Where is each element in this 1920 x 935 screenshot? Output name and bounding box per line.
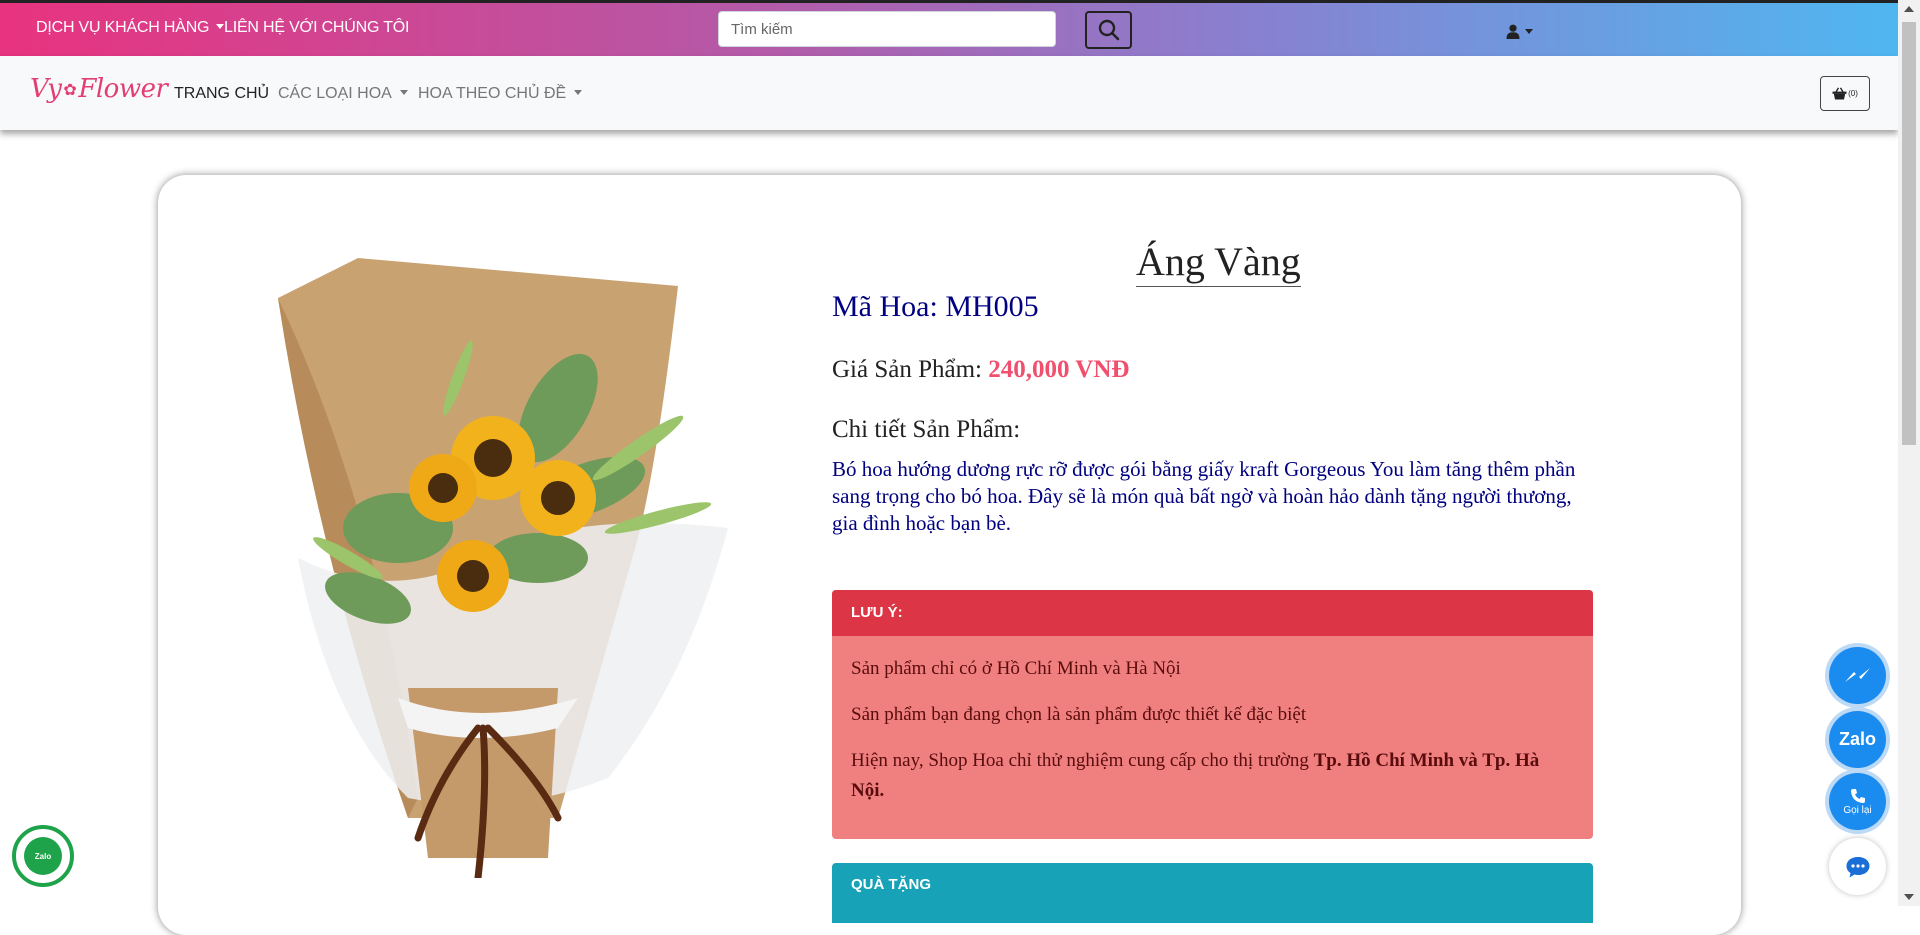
product-detail-text: Bó hoa hướng dương rực rỡ được gói bằng … (832, 457, 1576, 535)
product-price-value: 240,000 VNĐ (988, 356, 1130, 383)
zalo-widget-button[interactable]: Zalo (12, 825, 74, 887)
flower-icon: ✿ (63, 80, 77, 99)
nav-flowers-by-theme-label: HOA THEO CHỦ ĐỀ (418, 85, 567, 102)
note-panel: LƯU Ý: Sản phẩm chỉ có ở Hồ Chí Minh và … (832, 590, 1593, 839)
top-bar: DỊCH VỤ KHÁCH HÀNG LIÊN HỆ VỚI CHÚNG TÔI (0, 0, 1898, 56)
search-icon (1098, 19, 1119, 41)
chat-button[interactable] (1829, 838, 1886, 895)
product-code-value: MH005 (945, 290, 1039, 323)
product-code: Mã Hoa: MH005 (832, 290, 1039, 324)
nav-flower-types-label: CÁC LOẠI HOA (278, 85, 392, 102)
search-button[interactable] (1085, 11, 1132, 49)
scroll-down-icon[interactable] (1904, 894, 1914, 900)
note-line-text: Hiện nay, Shop Hoa chỉ thử nghiệm cung c… (851, 750, 1314, 771)
call-back-label: Gọi lại (1843, 804, 1872, 816)
site-logo[interactable]: Vy ✿Flower (30, 74, 168, 104)
product-title: Áng Vàng (1136, 238, 1301, 287)
messenger-icon (1844, 667, 1870, 682)
logo-text-flower: Flower (78, 74, 168, 104)
cart-button[interactable]: (0) (1820, 76, 1870, 111)
zalo-widget-label: Zalo (34, 851, 52, 861)
cart-count: (0) (1848, 89, 1858, 98)
scrollbar-thumb[interactable] (1902, 22, 1916, 445)
nav-flowers-by-theme[interactable]: HOA THEO CHỦ ĐỀ (418, 85, 583, 103)
logo-text-vy: Vy (30, 74, 62, 104)
gift-panel: QUÀ TẶNG (832, 863, 1593, 923)
zalo-chat-icon: Zalo (24, 837, 62, 875)
zalo-button[interactable]: Zalo (1829, 711, 1886, 768)
product-code-label: Mã Hoa: (832, 290, 946, 323)
product-image (278, 258, 728, 878)
phone-icon (1850, 788, 1865, 803)
user-menu-dropdown[interactable] (1506, 19, 1542, 43)
search-input[interactable] (718, 11, 1056, 47)
chat-bubble-icon (1846, 856, 1869, 877)
page-scrollbar[interactable] (1898, 0, 1920, 906)
nav-flower-types[interactable]: CÁC LOẠI HOA (278, 85, 408, 103)
note-line: Sản phẩm bạn đang chọn là sản phẩm được … (851, 704, 1307, 725)
call-back-button[interactable]: Gọi lại (1829, 773, 1886, 830)
nav-home[interactable]: TRANG CHỦ (174, 85, 269, 103)
scroll-up-icon[interactable] (1904, 6, 1914, 12)
customer-service-label: DỊCH VỤ KHÁCH HÀNG (36, 19, 210, 36)
gift-panel-title: QUÀ TẶNG (851, 876, 931, 893)
user-icon (1506, 24, 1520, 39)
zalo-label: Zalo (1838, 729, 1876, 749)
chevron-down-icon (1525, 28, 1533, 34)
note-line: Hiện nay, Shop Hoa chỉ thử nghiệm cung c… (851, 746, 1574, 806)
shopping-basket-icon (1832, 87, 1847, 100)
product-price-label: Giá Sản Phẩm: (832, 356, 989, 383)
note-panel-title: LƯU Ý: (832, 590, 1593, 636)
messenger-button[interactable] (1829, 647, 1886, 704)
chevron-down-icon (574, 90, 583, 95)
contact-us-link[interactable]: LIÊN HỆ VỚI CHÚNG TÔI (224, 19, 409, 37)
product-price: Giá Sản Phẩm: 240,000 VNĐ (832, 356, 1129, 384)
note-panel-body: Sản phẩm chỉ có ở Hồ Chí Minh và Hà Nội … (832, 636, 1593, 806)
product-detail-label: Chi tiết Sản Phẩm: (832, 416, 1021, 443)
note-line: Sản phẩm chỉ có ở Hồ Chí Minh và Hà Nội (851, 658, 1181, 679)
main-navbar: Vy ✿Flower TRANG CHỦ CÁC LOẠI HOA HOA THE… (0, 56, 1898, 130)
customer-service-dropdown[interactable]: DỊCH VỤ KHÁCH HÀNG (36, 19, 225, 37)
chevron-down-icon (399, 90, 408, 95)
